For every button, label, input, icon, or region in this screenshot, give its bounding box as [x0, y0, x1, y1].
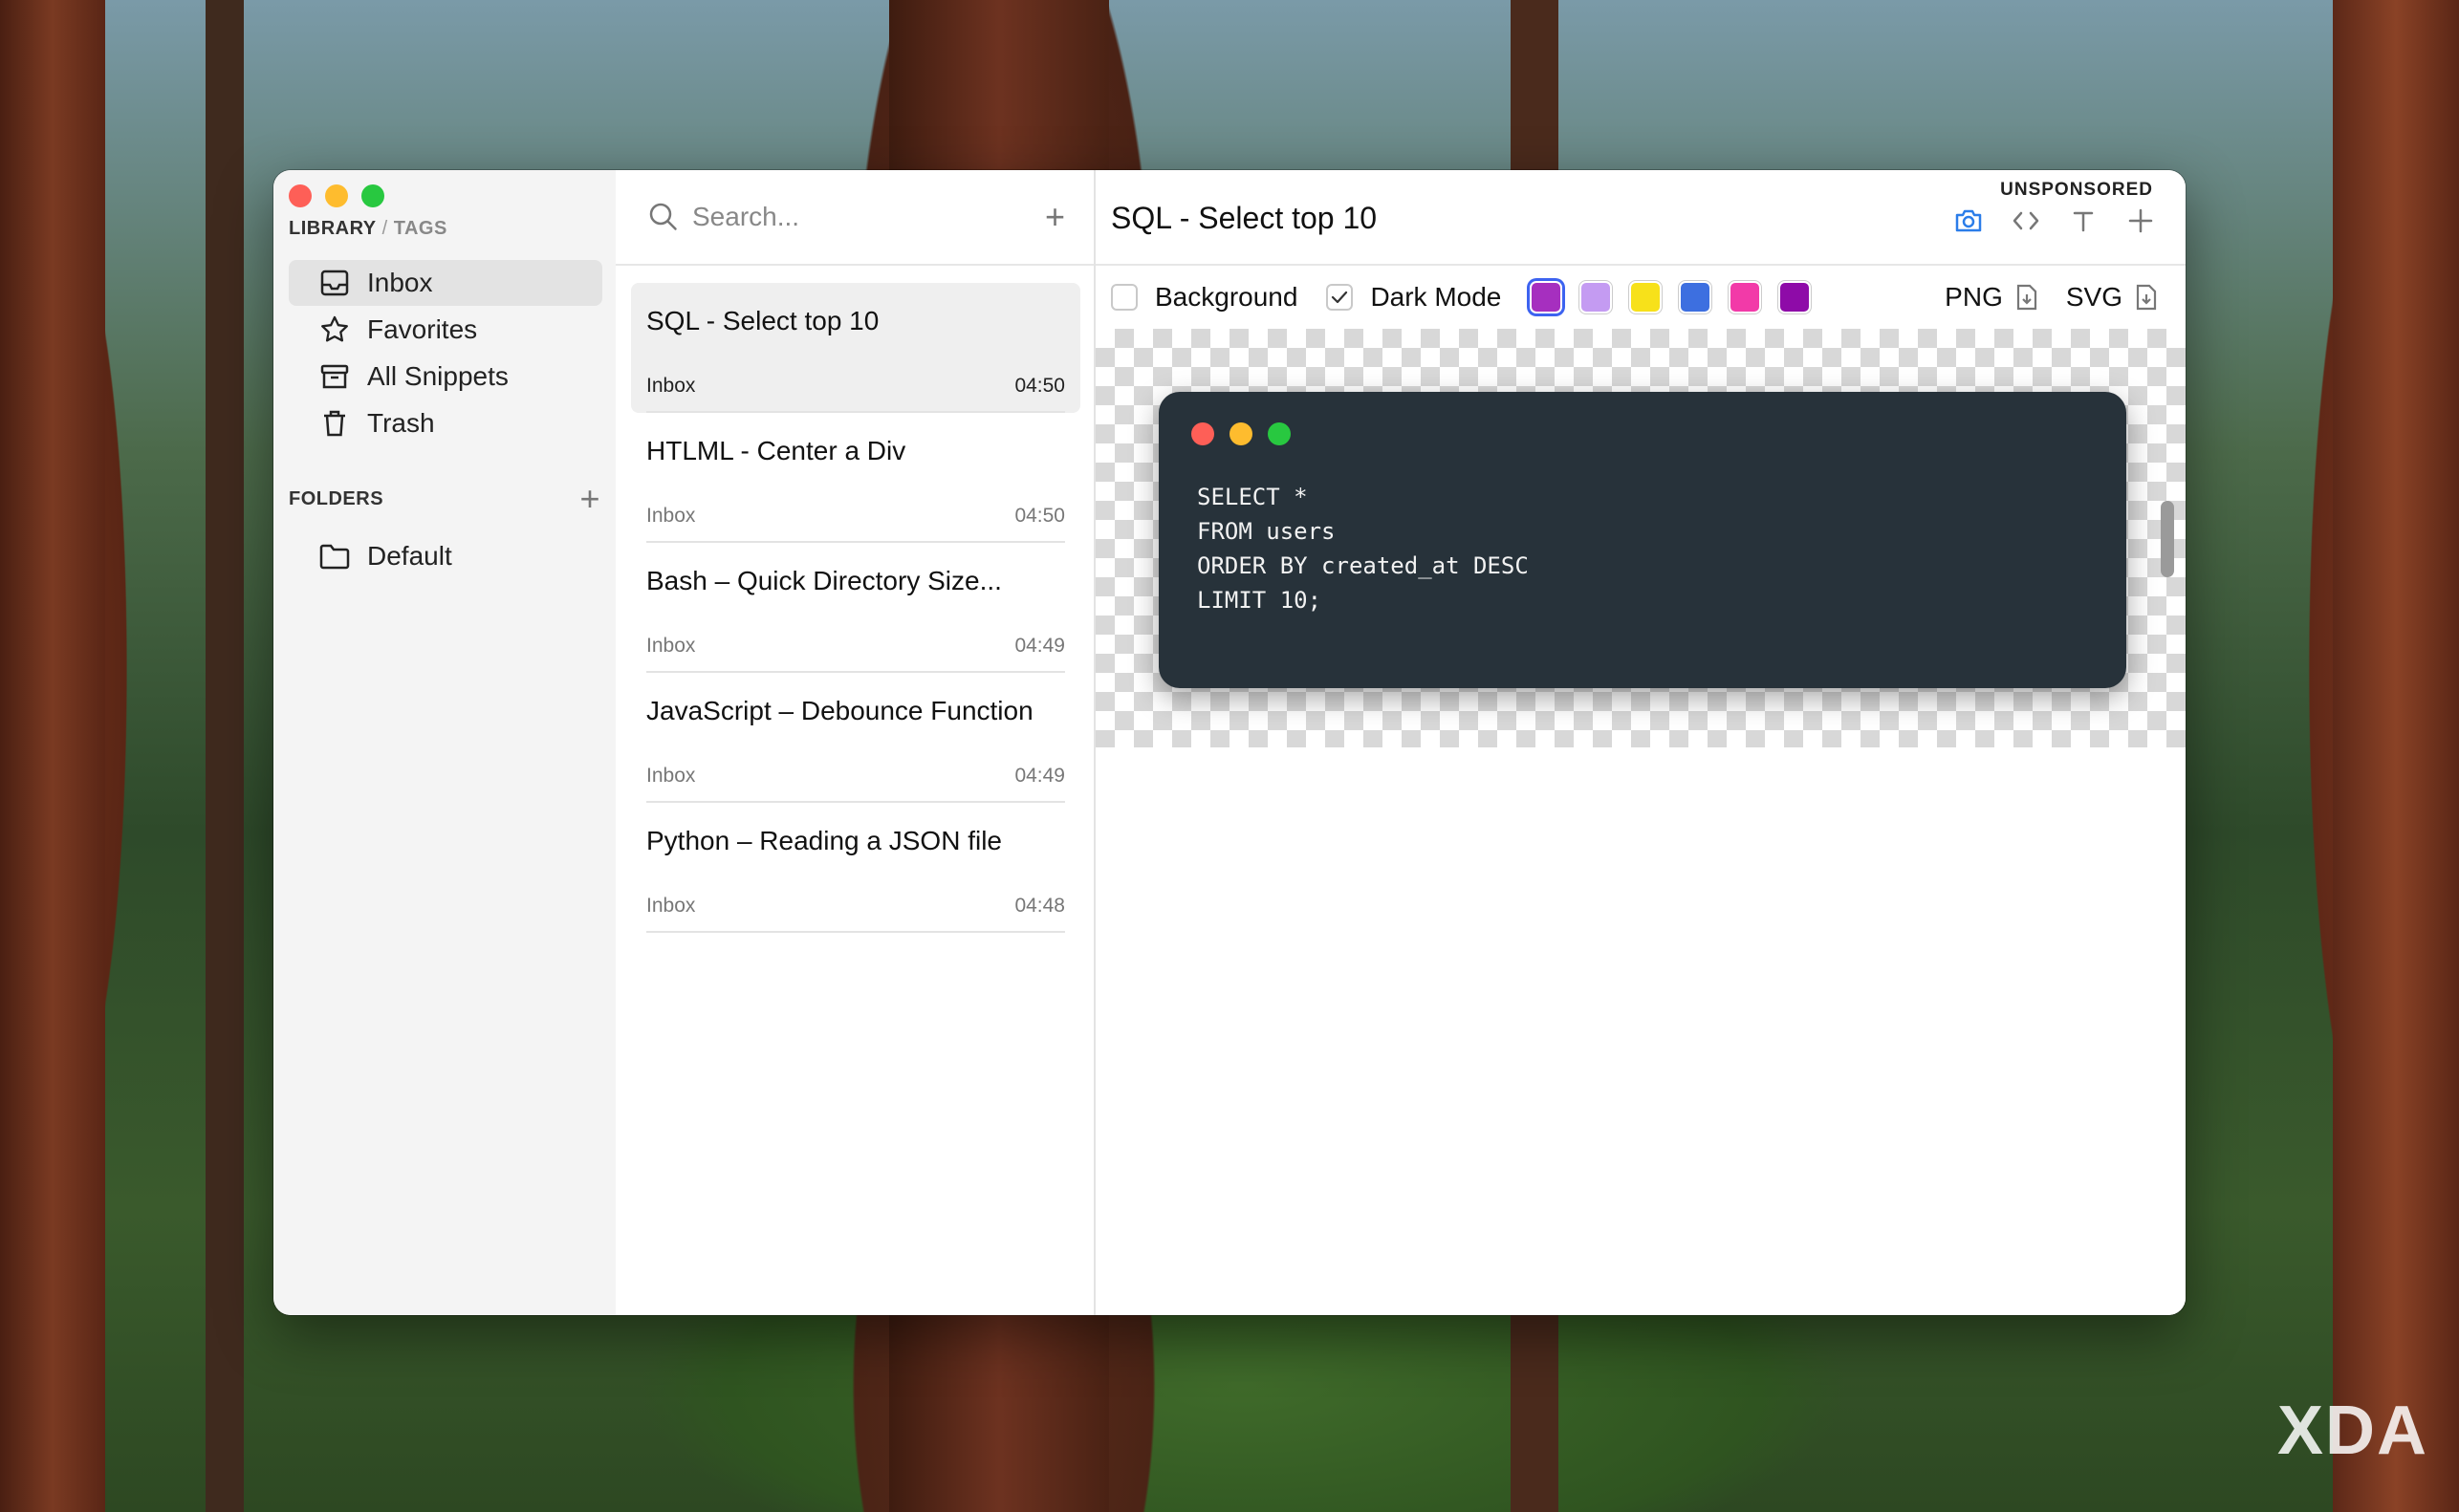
- color-swatch[interactable]: [1679, 281, 1712, 313]
- search-bar: Search... +: [616, 170, 1094, 266]
- color-swatch[interactable]: [1530, 281, 1563, 313]
- preview-dot-red: [1191, 422, 1214, 445]
- snippet-time: 04:48: [1014, 895, 1065, 917]
- color-swatch[interactable]: [1778, 281, 1812, 313]
- preview-dot-yellow: [1230, 422, 1252, 445]
- preview-dot-green: [1268, 422, 1291, 445]
- color-swatch[interactable]: [1579, 281, 1613, 313]
- background-option[interactable]: Background: [1111, 282, 1297, 313]
- snippet-title: Python – Reading a JSON file: [646, 826, 1002, 855]
- scrollbar[interactable]: [2161, 501, 2174, 577]
- background-checkbox[interactable]: [1111, 284, 1138, 311]
- dark-mode-checkbox[interactable]: [1326, 284, 1354, 311]
- folders-header: FOLDERS +: [289, 482, 600, 516]
- tree-trunk-mid-left: [206, 0, 244, 1512]
- sidebar-item-inbox[interactable]: Inbox: [289, 260, 602, 306]
- sidebar-item-favorites[interactable]: Favorites: [289, 307, 602, 353]
- export-png-label: PNG: [1945, 282, 2003, 312]
- sidebar-item-all-snippets[interactable]: All Snippets: [289, 354, 602, 400]
- snippet-folder: Inbox: [646, 375, 696, 397]
- add-snippet-button[interactable]: +: [1045, 200, 1065, 234]
- sidebar-item-trash[interactable]: Trash: [289, 400, 602, 446]
- snippet-time: 04:49: [1014, 765, 1065, 787]
- unsponsored-badge: UNSPONSORED: [2000, 180, 2153, 200]
- snippet-title: JavaScript – Debounce Function: [646, 696, 1034, 725]
- snippet-time: 04:50: [1014, 505, 1065, 527]
- screenshot-options-bar: Background Dark Mode PNG SVG: [1096, 264, 2186, 331]
- dark-mode-label: Dark Mode: [1370, 282, 1502, 312]
- file-download-icon: [2136, 284, 2157, 311]
- camera-icon[interactable]: [1952, 205, 1985, 237]
- tree-trunk-left: [0, 0, 105, 1512]
- snippet-list-pane: Search... + SQL - Select top 10 Inbox 04…: [616, 170, 1096, 1315]
- search-icon: [648, 202, 679, 232]
- snippet-folder: Inbox: [646, 895, 696, 917]
- snippet-item[interactable]: JavaScript – Debounce Function Inbox 04:…: [631, 673, 1080, 803]
- dark-mode-option[interactable]: Dark Mode: [1326, 282, 1501, 313]
- breadcrumb-library[interactable]: LIBRARY: [289, 218, 377, 239]
- snippet-folder: Inbox: [646, 505, 696, 527]
- checkmark-icon: [1332, 291, 1348, 304]
- color-swatch[interactable]: [1729, 281, 1762, 313]
- add-fragment-button[interactable]: [2124, 205, 2157, 237]
- preview-canvas: SELECT * FROM users ORDER BY created_at …: [1096, 329, 2186, 747]
- export-svg-button[interactable]: SVG: [2066, 282, 2157, 313]
- snippet-item[interactable]: Bash – Quick Directory Size... Inbox 04:…: [631, 543, 1080, 673]
- snippet-item[interactable]: Python – Reading a JSON file Inbox 04:48: [631, 803, 1080, 933]
- snippet-folder: Inbox: [646, 635, 696, 657]
- text-format-icon[interactable]: [2067, 205, 2100, 237]
- color-swatch[interactable]: [1629, 281, 1663, 313]
- zoom-button[interactable]: [361, 184, 384, 207]
- snippet-item[interactable]: HTLML - Center a Div Inbox 04:50: [631, 413, 1080, 543]
- code-preview-card: SELECT * FROM users ORDER BY created_at …: [1159, 392, 2126, 688]
- breadcrumb-separator: /: [381, 218, 388, 239]
- sidebar-item-label: Favorites: [367, 314, 478, 344]
- folder-list: Default: [289, 533, 602, 580]
- editor-pane: SQL - Select top 10 UNSPONSORED Backgrou…: [1096, 170, 2186, 1315]
- close-button[interactable]: [289, 184, 312, 207]
- trash-icon: [317, 408, 352, 439]
- tree-trunk-right: [2333, 0, 2459, 1512]
- sidebar-nav: Inbox Favorites All Snippets Trash: [289, 260, 602, 447]
- folder-item-default[interactable]: Default: [289, 533, 602, 579]
- folders-heading: FOLDERS: [289, 487, 384, 509]
- folder-label: Default: [367, 541, 452, 571]
- code-block[interactable]: SELECT * FROM users ORDER BY created_at …: [1197, 480, 1529, 617]
- snippet-time: 04:49: [1014, 635, 1065, 657]
- code-icon[interactable]: [2010, 205, 2042, 237]
- breadcrumb: LIBRARY / TAGS: [289, 218, 447, 240]
- add-folder-button[interactable]: +: [579, 482, 600, 516]
- watermark: XDA: [2276, 1393, 2428, 1469]
- sidebar-item-label: Inbox: [367, 268, 433, 297]
- app-window: LIBRARY / TAGS Inbox Favorites All Snippet…: [273, 170, 2186, 1315]
- snippet-time: 04:50: [1014, 375, 1065, 397]
- snippet-list: SQL - Select top 10 Inbox 04:50 HTLML - …: [631, 283, 1080, 933]
- snippet-folder: Inbox: [646, 765, 696, 787]
- export-svg-label: SVG: [2065, 282, 2122, 312]
- snippet-title-heading[interactable]: SQL - Select top 10: [1111, 201, 1377, 236]
- file-download-icon: [2016, 284, 2036, 311]
- sidebar: LIBRARY / TAGS Inbox Favorites All Snippet…: [273, 170, 618, 1315]
- minimize-button[interactable]: [325, 184, 348, 207]
- window-controls: [289, 184, 384, 207]
- folder-icon: [317, 541, 352, 572]
- export-png-button[interactable]: PNG: [1945, 282, 2037, 313]
- search-input[interactable]: Search...: [692, 202, 1045, 232]
- color-swatches: [1530, 281, 1812, 313]
- breadcrumb-tags[interactable]: TAGS: [394, 218, 447, 239]
- export-group: PNG SVG: [1945, 282, 2157, 313]
- snippet-title: HTLML - Center a Div: [646, 436, 906, 465]
- archive-icon: [317, 361, 352, 392]
- inbox-icon: [317, 268, 352, 298]
- preview-window-controls: [1191, 422, 1291, 445]
- snippet-divider: [646, 931, 1065, 933]
- sidebar-item-label: Trash: [367, 408, 435, 438]
- sidebar-item-label: All Snippets: [367, 361, 509, 391]
- star-icon: [317, 314, 352, 345]
- snippet-item[interactable]: SQL - Select top 10 Inbox 04:50: [631, 283, 1080, 413]
- snippet-title: Bash – Quick Directory Size...: [646, 566, 1002, 595]
- editor-toolbar: [1952, 205, 2157, 237]
- background-label: Background: [1155, 282, 1298, 312]
- snippet-title: SQL - Select top 10: [646, 306, 880, 335]
